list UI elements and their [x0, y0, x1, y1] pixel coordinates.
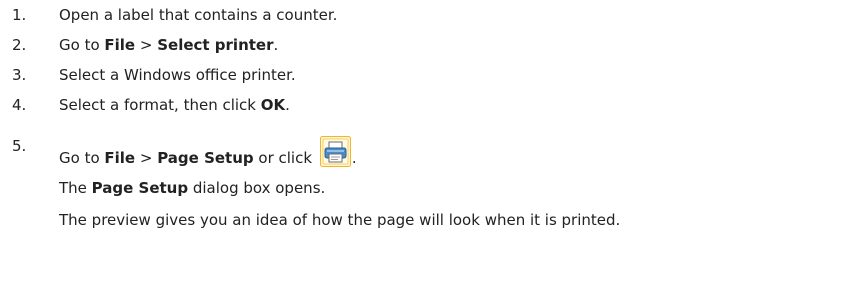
step-number: 3.	[12, 66, 27, 84]
step-number: 2.	[12, 36, 27, 54]
step-3: 3. Select a Windows office printer.	[0, 65, 864, 85]
result-text: dialog box opens.	[188, 179, 326, 197]
step-result: The Page Setup dialog box opens.	[59, 178, 864, 198]
step-4: 4. Select a format, then click OK.	[0, 95, 864, 115]
step-text-prefix: Go to	[59, 149, 105, 167]
menu-separator: >	[135, 36, 158, 54]
menu-separator: >	[135, 149, 158, 167]
step-5: 5. Go to File > Page Setup or click . Th…	[0, 136, 864, 230]
dialog-name: Page Setup	[91, 179, 189, 197]
step-text: Open a label that contains a counter.	[59, 6, 338, 24]
menu-item-name: Select printer	[157, 36, 274, 54]
step-text-suffix: .	[285, 96, 290, 114]
step-number: 1.	[12, 6, 27, 24]
step-number: 5.	[12, 137, 27, 155]
instruction-steps: 1. Open a label that contains a counter.…	[0, 0, 864, 230]
menu-item-name: Page Setup	[157, 149, 254, 167]
step-text-prefix: Select a format, then click	[59, 96, 261, 114]
step-number: 4.	[12, 96, 27, 114]
step-text-suffix: .	[351, 149, 357, 167]
page-setup-printer-icon[interactable]	[319, 136, 351, 167]
step-2: 2. Go to File > Select printer.	[0, 35, 864, 55]
step-1: 1. Open a label that contains a counter.	[0, 5, 864, 25]
menu-name: File	[104, 36, 136, 54]
step-text: Select a Windows office printer.	[59, 66, 296, 84]
result-prefix: The	[59, 179, 92, 197]
step-text-suffix: .	[273, 36, 279, 54]
step-note: The preview gives you an idea of how the…	[59, 210, 864, 230]
menu-name: File	[104, 149, 136, 167]
note-text: The preview gives you an idea of how the…	[59, 211, 621, 229]
button-name: OK	[260, 96, 286, 114]
step-text-middle: or click	[253, 149, 317, 167]
step-text-prefix: Go to	[59, 36, 105, 54]
